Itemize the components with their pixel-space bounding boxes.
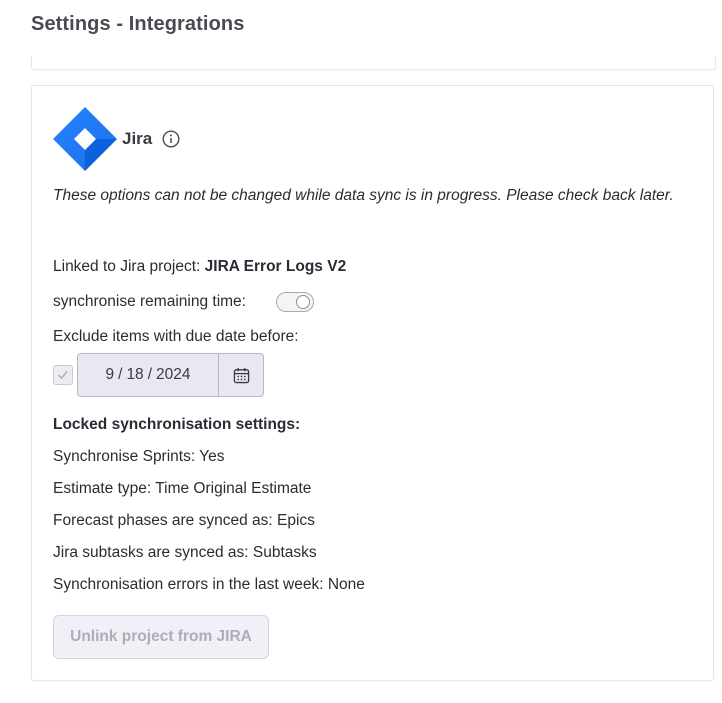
toggle-knob [296, 295, 310, 309]
sync-remaining-time-toggle[interactable] [276, 292, 314, 312]
jira-header: Jira [52, 106, 180, 172]
linked-project-label: Linked to Jira project: [53, 258, 205, 275]
locked-settings-heading: Locked synchronisation settings: [53, 416, 301, 433]
unlink-project-button[interactable]: Unlink project from JIRA [53, 615, 269, 659]
sync-remaining-time-label: synchronise remaining time: [53, 293, 246, 310]
info-icon[interactable] [162, 130, 180, 148]
jira-integration-card: Jira These options can not be changed wh… [31, 85, 714, 681]
calendar-button[interactable] [219, 354, 263, 396]
linked-project-row: Linked to Jira project: JIRA Error Logs … [53, 258, 346, 276]
exclude-due-date-label: Exclude items with due date before: [53, 328, 299, 345]
date-separator: / [147, 366, 152, 383]
sync-in-progress-notice: These options can not be changed while d… [53, 187, 674, 204]
date-month[interactable]: 9 [106, 366, 115, 384]
locked-setting-sprints: Synchronise Sprints: Yes [53, 448, 225, 465]
jira-title: Jira [122, 129, 153, 148]
calendar-icon [233, 367, 249, 383]
previous-card-bottom [31, 56, 716, 70]
locked-setting-sync-errors: Synchronisation errors in the last week:… [53, 576, 365, 593]
locked-setting-forecast-phases: Forecast phases are synced as: Epics [53, 512, 315, 529]
checkmark-icon [58, 371, 68, 380]
date-year[interactable]: 2024 [156, 366, 190, 384]
locked-setting-estimate-type: Estimate type: Time Original Estimate [53, 480, 312, 497]
page-title: Settings - Integrations [31, 13, 245, 35]
date-separator: / [118, 366, 123, 383]
date-day[interactable]: 18 [126, 366, 143, 384]
exclude-due-date-checkbox[interactable] [53, 365, 73, 385]
due-date-picker: 9 / 18 / 2024 [77, 353, 264, 397]
linked-project-name: JIRA Error Logs V2 [204, 258, 347, 275]
jira-logo [53, 107, 117, 171]
due-date-input[interactable]: 9 / 18 / 2024 [78, 354, 219, 396]
locked-setting-subtasks: Jira subtasks are synced as: Subtasks [53, 544, 317, 561]
